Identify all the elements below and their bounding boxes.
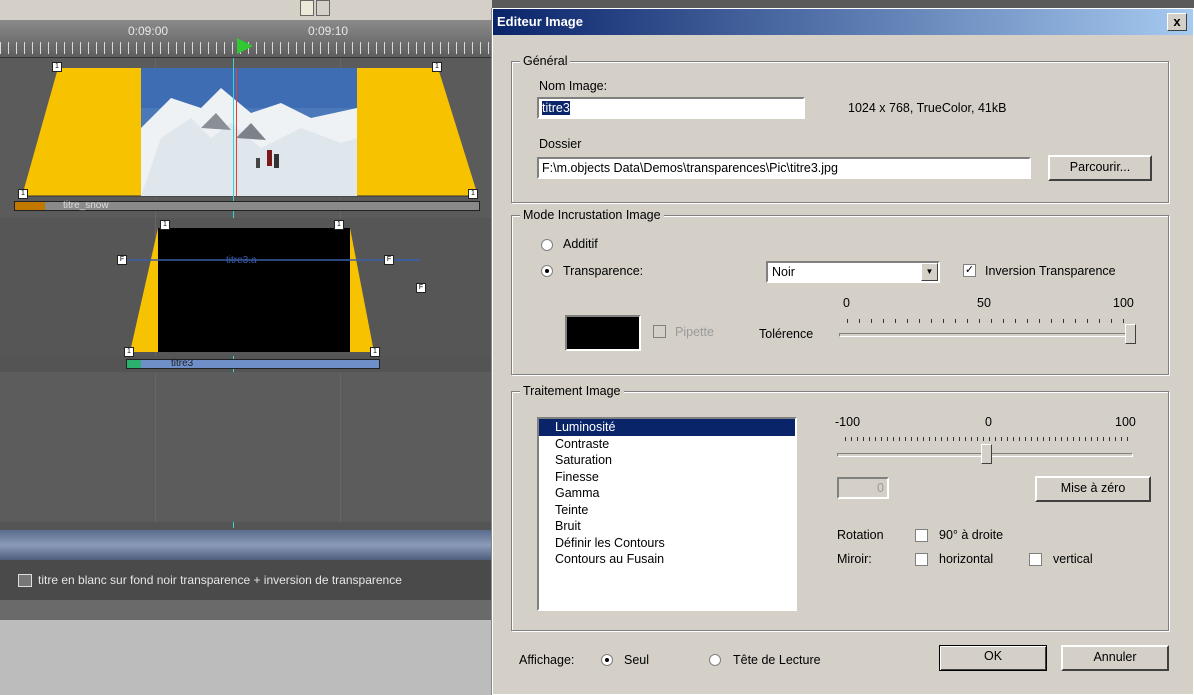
- processing-scale-min: -100: [835, 415, 861, 429]
- tolerance-ticks: [847, 319, 1133, 323]
- keyframe-handle[interactable]: 1: [468, 189, 478, 199]
- rotation-label: Rotation: [837, 528, 884, 542]
- mirror-horizontal-label: horizontal: [939, 552, 994, 566]
- tolerance-slider-thumb[interactable]: [1125, 324, 1136, 344]
- general-group: Général: [511, 54, 1169, 203]
- key-color-swatch[interactable]: [565, 315, 641, 351]
- playhead-marker-icon[interactable]: [237, 38, 253, 54]
- close-button[interactable]: x: [1167, 13, 1187, 31]
- rotate-right-checkbox[interactable]: [915, 529, 928, 542]
- processing-list-item[interactable]: Luminosité: [539, 419, 795, 436]
- display-playhead-label: Tête de Lecture: [733, 653, 821, 667]
- ruler-time-left: 0:09:00: [128, 24, 169, 38]
- pipette-label: Pipette: [675, 325, 714, 339]
- ok-button[interactable]: OK: [939, 645, 1047, 671]
- display-label: Affichage:: [519, 653, 575, 667]
- processing-list-item[interactable]: Définir les Contours: [539, 535, 795, 552]
- processing-list-item[interactable]: Teinte: [539, 502, 795, 519]
- keyframe-handle[interactable]: 1: [370, 347, 380, 357]
- mirror-horizontal-checkbox[interactable]: [915, 553, 928, 566]
- keyframe-handle[interactable]: 1: [160, 220, 170, 230]
- transparency-label: Transparence:: [563, 264, 644, 278]
- keyframe-handle[interactable]: F: [117, 255, 127, 265]
- mirror-vertical-checkbox[interactable]: [1029, 553, 1042, 566]
- dialog-titlebar[interactable]: Editeur Image x: [493, 9, 1193, 35]
- display-alone-radio[interactable]: [601, 654, 613, 666]
- close-icon: x: [1173, 14, 1181, 29]
- additive-radio[interactable]: [541, 239, 553, 251]
- keyframe-handle[interactable]: F: [416, 283, 426, 293]
- processing-list-item[interactable]: Gamma: [539, 485, 795, 502]
- keyframe-handle[interactable]: 1: [334, 220, 344, 230]
- folder-path-input[interactable]: F:\m.objects Data\Demos\transparences\Pi…: [537, 157, 1031, 179]
- toolbar-button[interactable]: [300, 0, 314, 16]
- comment-icon: [18, 574, 32, 588]
- processing-list-item[interactable]: Contours au Fusain: [539, 551, 795, 568]
- tolerance-label: Tolérence: [759, 327, 814, 341]
- display-alone-label: Seul: [624, 653, 650, 667]
- processing-slider-thumb[interactable]: [981, 444, 992, 464]
- processing-listbox[interactable]: Luminosité Contraste Saturation Finesse Gamm…: [537, 417, 797, 611]
- keyframe-handle[interactable]: 1: [52, 62, 62, 72]
- timeline-panel[interactable]: 0:09:00 0:09:10 1 1 1 1 titre_snow titre…: [0, 0, 492, 695]
- image-processing-legend: Traitement Image: [520, 384, 624, 398]
- image-name-input[interactable]: titre3: [537, 97, 805, 119]
- reset-button[interactable]: Mise à zéro: [1035, 476, 1151, 502]
- keyframe-handle[interactable]: 1: [432, 62, 442, 72]
- dialog-title: Editeur Image: [497, 14, 583, 29]
- ruler-time-right: 0:09:10: [308, 24, 349, 38]
- track-3: [0, 372, 492, 522]
- rotate-right-label: 90° à droite: [939, 528, 1004, 542]
- chevron-down-icon[interactable]: ▼: [921, 263, 938, 281]
- processing-value-input[interactable]: 0: [837, 477, 889, 499]
- image-info: 1024 x 768, TrueColor, 41kB: [848, 101, 1007, 115]
- browse-button[interactable]: Parcourir...: [1048, 155, 1152, 181]
- image-editor-dialog: Editeur Image x Général Nom Image: titre…: [492, 8, 1194, 695]
- pipette-checkbox[interactable]: [653, 325, 666, 338]
- keyframe-handle[interactable]: 1: [124, 347, 134, 357]
- general-legend: Général: [520, 54, 571, 68]
- blend-mode-legend: Mode Incrustation Image: [520, 208, 664, 222]
- processing-list-item[interactable]: Saturation: [539, 452, 795, 469]
- tolerance-slider[interactable]: [839, 333, 1135, 337]
- inversion-checkbox[interactable]: ✓: [963, 264, 976, 277]
- tolerance-scale-max: 100: [1113, 296, 1134, 310]
- processing-scale-mid: 0: [985, 415, 992, 429]
- key-color-value: Noir: [772, 265, 795, 279]
- cancel-button[interactable]: Annuler: [1061, 645, 1169, 671]
- toolbar-button[interactable]: [316, 0, 330, 16]
- processing-list-item[interactable]: Finesse: [539, 469, 795, 486]
- mask-label: titre3.a: [226, 255, 257, 266]
- clip2-label: titre3: [171, 358, 194, 369]
- transparency-radio[interactable]: [541, 265, 553, 277]
- processing-scale-max: 100: [1115, 415, 1136, 429]
- image-name-label: Nom Image:: [539, 79, 608, 93]
- clip1-bar[interactable]: titre_snow: [14, 200, 480, 211]
- clip-comment: titre en blanc sur fond noir transparenc…: [18, 573, 402, 588]
- audio-track-bar[interactable]: [0, 530, 492, 560]
- keyframe-handle[interactable]: F: [384, 255, 394, 265]
- folder-label: Dossier: [539, 137, 582, 151]
- blend-mode-group: Mode Incrustation Image: [511, 208, 1169, 375]
- timeline-toolbar: [0, 0, 492, 20]
- clip1-image-thumbnail: [141, 68, 357, 196]
- inversion-label: Inversion Transparence: [985, 264, 1116, 278]
- key-color-select[interactable]: Noir ▼: [766, 261, 940, 283]
- keyframe-handle[interactable]: 1: [18, 189, 28, 199]
- mirror-label: Miroir:: [837, 552, 872, 566]
- additive-label: Additif: [563, 237, 598, 251]
- clip2-bar[interactable]: titre3: [126, 358, 380, 369]
- processing-list-item[interactable]: Contraste: [539, 436, 795, 453]
- display-playhead-radio[interactable]: [709, 654, 721, 666]
- processing-ticks: [845, 437, 1131, 441]
- mirror-vertical-label: vertical: [1053, 552, 1093, 566]
- tolerance-scale-mid: 50: [977, 296, 991, 310]
- clip1-label: titre_snow: [63, 200, 109, 211]
- clip-comment-text: titre en blanc sur fond noir transparenc…: [38, 573, 402, 587]
- clip2-envelope[interactable]: [100, 218, 420, 358]
- tolerance-scale-min: 0: [843, 296, 850, 310]
- processing-list-item[interactable]: Bruit: [539, 518, 795, 535]
